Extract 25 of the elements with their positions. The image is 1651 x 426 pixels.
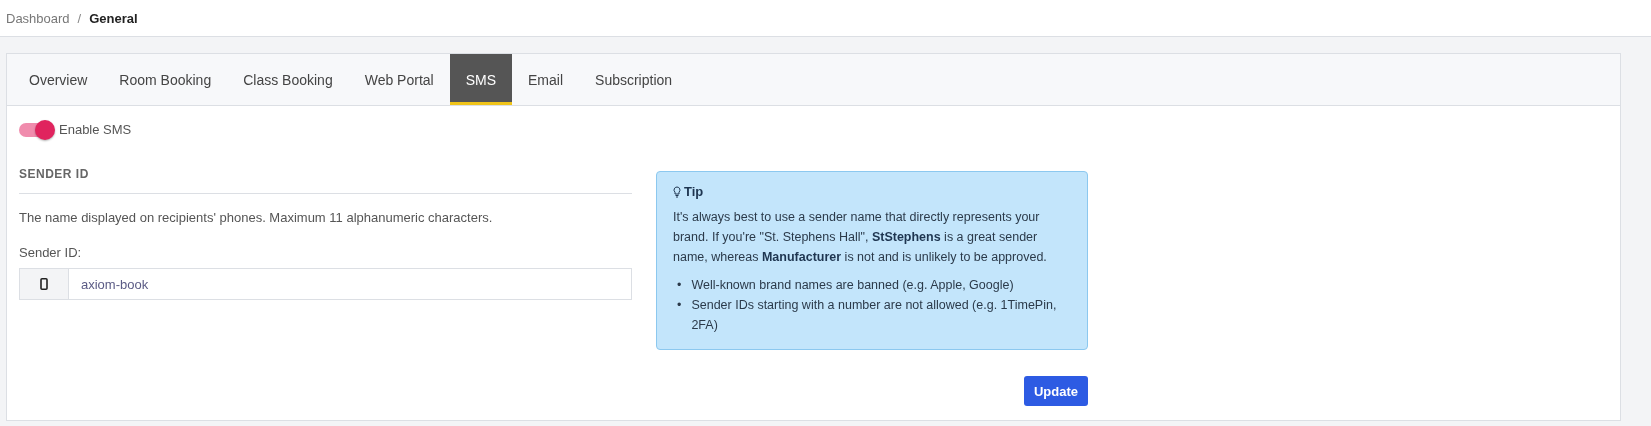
tab[interactable]: Subscription [579, 54, 689, 105]
section-title: SENDER ID [19, 157, 632, 194]
tab[interactable]: Class Booking [227, 54, 349, 105]
tab[interactable]: Room Booking [103, 54, 228, 105]
breadcrumb-link[interactable]: Dashboard [6, 10, 70, 26]
tip-text: It's always best to use a sender name that directly represents your brand. If you're "St. Stephens Hall", StStephens is a great sender name, whereas Manufacturer is not and is unlikely to be approved. [673, 209, 1048, 266]
update-button[interactable]: Update [1023, 376, 1088, 406]
tip-bullet: Sender IDs starting with a number are not allowed (e.g. 1TimePin, 2FA) [691, 297, 1058, 334]
tab[interactable]: SMS [449, 54, 513, 105]
tab[interactable]: Email [512, 54, 580, 105]
sender-id-field[interactable]: axiom-book [69, 268, 632, 300]
tip-title: Tip [684, 184, 704, 199]
tab[interactable]: Overview [13, 54, 104, 105]
description: The name displayed on recipients' phones. Maximum 11 alphanumeric characters. [19, 210, 494, 225]
bullet-marker: • [677, 297, 682, 314]
breadcrumb-separator: / [77, 10, 82, 26]
breadcrumb-current: General [89, 10, 138, 26]
phone-icon [40, 278, 48, 290]
bullet-marker: • [677, 277, 682, 294]
tab[interactable]: Web Portal [348, 54, 450, 105]
toggle-label: Enable SMS [59, 122, 132, 137]
field-label: Sender ID: [19, 245, 83, 260]
tip-bullet: Well-known brand names are banned (e.g. Apple, Google) [691, 277, 1014, 294]
lightbulb-icon [673, 185, 681, 198]
toggle-switch[interactable] [19, 122, 53, 137]
